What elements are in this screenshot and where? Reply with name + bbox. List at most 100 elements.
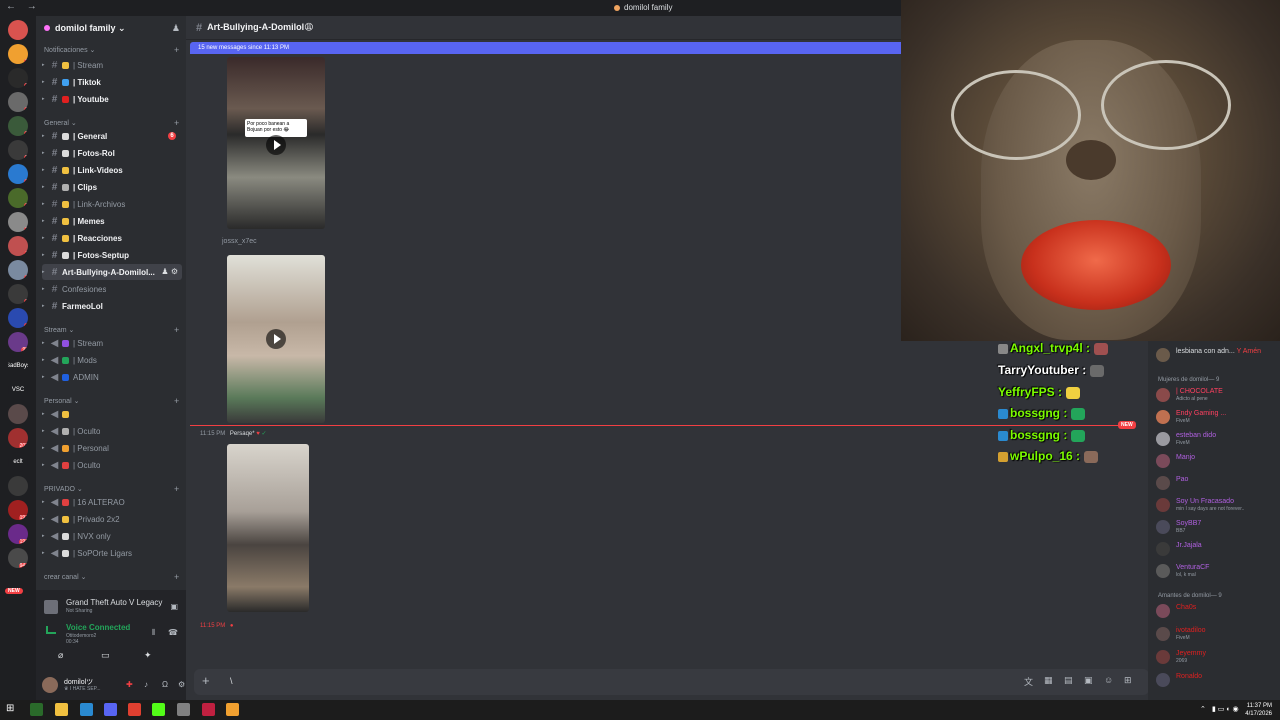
server-header[interactable]: domilol family ⌄ ♟: [36, 16, 186, 40]
apps-icon[interactable]: ⊞: [1124, 675, 1132, 686]
settings-gear-icon[interactable]: ⚙: [178, 680, 185, 689]
server-icon[interactable]: 98: [8, 332, 28, 352]
channel-item[interactable]: ▸ # | Memes: [42, 213, 182, 229]
create-channel-icon[interactable]: +: [174, 572, 179, 582]
play-icon[interactable]: [266, 135, 286, 155]
server-icon[interactable]: 2: [8, 140, 28, 160]
channel-item[interactable]: ▸ # | Youtube: [42, 91, 182, 107]
member-item[interactable]: esteban dido FiveM: [1156, 431, 1280, 447]
headphones-icon[interactable]: Ω: [162, 680, 168, 689]
member-item[interactable]: SoyBB7 BB7: [1156, 519, 1280, 535]
member-item[interactable]: Endy Gaming ... FiveM: [1156, 409, 1280, 425]
channel-item[interactable]: ▸ ◀ | 16 ALTERAO: [42, 494, 182, 510]
create-channel-icon[interactable]: +: [174, 396, 179, 406]
microphone-icon[interactable]: ♪: [144, 680, 148, 689]
channel-item[interactable]: ▸ # | Link-Archivos: [42, 196, 182, 212]
upload-plus-icon[interactable]: +: [202, 673, 210, 688]
channel-item[interactable]: ▸ ◀ | Privado 2x2: [42, 511, 182, 527]
file-explorer-icon[interactable]: [55, 703, 68, 716]
channel-category[interactable]: Personal ⌄ +: [44, 396, 179, 406]
screen-share-button-icon[interactable]: ▭: [101, 650, 110, 661]
camera-off-icon[interactable]: ⌀: [58, 650, 63, 661]
member-item[interactable]: Manjo: [1156, 453, 1280, 469]
channel-item[interactable]: ▸ # Confesiones: [42, 281, 182, 297]
channel-item[interactable]: ▸ # FarmeoLol: [42, 298, 182, 314]
noise-icon[interactable]: ⫴: [152, 628, 155, 638]
server-icon[interactable]: 1: [8, 260, 28, 280]
member-item[interactable]: Jr.Jajala: [1156, 541, 1280, 557]
channel-item[interactable]: ▸ ◀ | NVX only: [42, 528, 182, 544]
member-item[interactable]: ivotadiloo FiveM: [1156, 626, 1280, 642]
invite-icon[interactable]: ♟: [172, 23, 180, 34]
app-icon-4[interactable]: [226, 703, 239, 716]
gif-icon[interactable]: ▤: [1064, 675, 1073, 686]
clock[interactable]: 11:37 PM 4/17/2026: [1245, 702, 1272, 718]
create-channel-icon[interactable]: +: [174, 118, 179, 128]
create-channel-icon[interactable]: +: [174, 484, 179, 494]
game-controller-icon[interactable]: ✚: [126, 680, 133, 689]
server-icon[interactable]: 1: [8, 116, 28, 136]
member-item[interactable]: Cha0s: [1156, 603, 1280, 619]
app-icon-2[interactable]: [177, 703, 190, 716]
screen-share-icon[interactable]: ▣: [170, 602, 178, 611]
server-icon[interactable]: [8, 404, 28, 424]
channel-item[interactable]: ▸ # | Fotos-Rol: [42, 145, 182, 161]
tray-icons[interactable]: ▮ ▭ ◐ ◉: [1212, 705, 1239, 713]
attachment-username[interactable]: jossx_x7ec: [222, 238, 257, 245]
tray-chevron-icon[interactable]: ⌃: [1200, 705, 1206, 713]
gift-icon[interactable]: ▦: [1044, 675, 1053, 686]
channel-category[interactable]: General ⌄ +: [44, 118, 179, 128]
server-icon[interactable]: 944: [8, 548, 28, 568]
channel-category[interactable]: Stream ⌄ +: [44, 325, 179, 335]
channel-item[interactable]: ▸ ◀ | Oculto: [42, 457, 182, 473]
app-icon-3[interactable]: [202, 703, 215, 716]
server-icon[interactable]: 1: [8, 188, 28, 208]
server-icon[interactable]: 191: [8, 500, 28, 520]
channel-item[interactable]: ▸ # | Link-Videos: [42, 162, 182, 178]
discord-taskbar-icon[interactable]: [104, 703, 117, 716]
member-item[interactable]: Pao: [1156, 475, 1280, 491]
channel-item[interactable]: ▸ ◀ | Stream: [42, 335, 182, 351]
create-channel-icon[interactable]: +: [174, 45, 179, 55]
play-icon[interactable]: [266, 329, 286, 349]
member-item[interactable]: lesbiana con adn... Y Amén: [1156, 347, 1280, 363]
channel-item[interactable]: ▸ # Art-Bullying-A-Domilol... ♟ ⚙: [42, 264, 182, 280]
channel-item[interactable]: ▸ # | General 6: [42, 128, 182, 144]
channel-item[interactable]: ▸ # | Tiktok: [42, 74, 182, 90]
message-composer[interactable]: + \ 文 ▦ ▤ ▣ ☺ ⊞: [194, 669, 1149, 695]
channel-item[interactable]: ▸ # | Reacciones: [42, 230, 182, 246]
sticker-icon[interactable]: ▣: [1084, 675, 1093, 686]
server-icon[interactable]: 1: [8, 92, 28, 112]
server-icon[interactable]: 2: [8, 212, 28, 232]
channel-category[interactable]: crear canal ⌄ +: [44, 572, 179, 582]
message-input[interactable]: \: [230, 676, 233, 686]
server-icon[interactable]: eclt: [8, 452, 28, 472]
server-icon[interactable]: 1: [8, 164, 28, 184]
channel-item[interactable]: ▸ ◀: [42, 406, 182, 422]
windows-start-icon[interactable]: ⊞: [6, 703, 19, 716]
video-attachment-2[interactable]: [227, 255, 325, 423]
server-icon[interactable]: [8, 476, 28, 496]
member-item[interactable]: VenturaCF lol, k mal: [1156, 563, 1280, 579]
channel-item[interactable]: ▸ # | Clips: [42, 179, 182, 195]
server-icon[interactable]: 3: [8, 44, 28, 64]
member-item[interactable]: Soy Un Fracasado min I say days are not f…: [1156, 497, 1280, 513]
video-attachment-3[interactable]: [227, 444, 309, 612]
translate-icon[interactable]: 文: [1024, 675, 1033, 688]
chrome-icon[interactable]: [128, 703, 141, 716]
channel-item[interactable]: ▸ ◀ | Mods: [42, 352, 182, 368]
kick-icon[interactable]: [152, 703, 165, 716]
channel-item[interactable]: ▸ # | Fotos-Septup: [42, 247, 182, 263]
nav-arrows[interactable]: ← →: [6, 1, 41, 12]
server-icon[interactable]: 196: [8, 524, 28, 544]
emoji-icon[interactable]: ☺: [1104, 675, 1113, 685]
server-icon[interactable]: 1: [8, 236, 28, 256]
channel-item[interactable]: ▸ ◀ | Personal: [42, 440, 182, 456]
new-messages-bar[interactable]: 15 new messages since 11:13 PM: [190, 42, 901, 54]
server-icon[interactable]: SadBoys: [8, 356, 28, 376]
server-icon[interactable]: 1: [8, 68, 28, 88]
member-item[interactable]: | CHOCOLATE Adicto al pene: [1156, 387, 1280, 403]
channel-item[interactable]: ▸ ◀ ADMIN: [42, 369, 182, 385]
channel-item[interactable]: ▸ ◀ | Oculto: [42, 423, 182, 439]
server-icon[interactable]: 1: [8, 284, 28, 304]
